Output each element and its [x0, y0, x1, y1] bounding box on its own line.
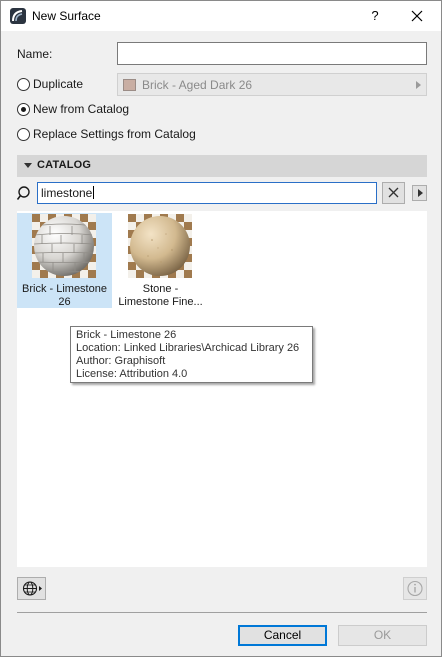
help-button[interactable]: ?	[364, 5, 386, 27]
footer-divider	[17, 612, 427, 613]
new-from-catalog-option[interactable]: New from Catalog	[17, 100, 129, 118]
tooltip-location: Location: Linked Libraries\Archicad Libr…	[76, 342, 300, 354]
item-label-line2: 26	[58, 296, 71, 308]
new-from-catalog-label: New from Catalog	[33, 102, 130, 116]
duplicate-option[interactable]: Duplicate	[17, 75, 83, 93]
tooltip-license: License: Attribution 4.0	[76, 368, 188, 380]
catalog-section-header[interactable]: CATALOG	[17, 155, 427, 177]
globe-icon	[22, 581, 42, 596]
clear-search-button[interactable]	[382, 182, 405, 204]
search-icon	[16, 185, 34, 203]
collapse-triangle-icon[interactable]	[24, 163, 32, 168]
replace-settings-radio[interactable]	[17, 127, 30, 141]
catalog-item-brick-limestone[interactable]: Brick - Limestone 26	[17, 213, 112, 308]
library-globe-button[interactable]	[17, 577, 46, 600]
new-from-catalog-radio[interactable]	[17, 102, 30, 116]
catalog-results-area: Brick - Limestone 26 Stone - Limestone F…	[17, 211, 427, 567]
catalog-search-input[interactable]: limestone	[37, 182, 377, 204]
search-text-wrap: limestone	[41, 186, 95, 200]
catalog-item-label: Brick - Limestone 26	[17, 283, 112, 309]
catalog-item-stone-limestone[interactable]: Stone - Limestone Fine...	[113, 213, 208, 308]
window-title: New Surface	[32, 9, 101, 23]
new-surface-dialog: New Surface ? Name: Duplicate Brick - Ag…	[0, 0, 442, 657]
item-label-line2: Limestone Fine...	[118, 296, 203, 308]
tooltip-author: Author: Graphisoft	[76, 355, 166, 367]
title-bar: New Surface ?	[1, 1, 441, 31]
item-label-line1: Stone -	[142, 283, 179, 295]
chevron-right-icon	[416, 81, 421, 89]
cancel-button[interactable]: Cancel	[238, 625, 327, 646]
close-icon[interactable]	[406, 5, 428, 27]
catalog-item-label: Stone - Limestone Fine...	[113, 283, 208, 309]
info-button[interactable]	[403, 577, 427, 600]
surface-swatch	[123, 79, 136, 91]
item-label-line1: Brick - Limestone	[22, 283, 107, 295]
duplicate-surface-value: Brick - Aged Dark 26	[142, 78, 253, 92]
name-field[interactable]	[117, 42, 427, 65]
info-icon	[407, 580, 423, 597]
stone-limestone-thumbnail	[128, 214, 192, 278]
expand-arrow-button[interactable]	[412, 185, 427, 201]
duplicate-radio[interactable]	[17, 77, 30, 91]
name-label: Name:	[17, 47, 53, 61]
duplicate-surface-select: Brick - Aged Dark 26	[117, 73, 427, 96]
replace-settings-option[interactable]: Replace Settings from Catalog	[17, 125, 196, 143]
duplicate-label: Duplicate	[33, 77, 84, 91]
ok-button[interactable]: OK	[338, 625, 427, 646]
catalog-title: CATALOG	[37, 159, 92, 171]
brick-limestone-thumbnail	[32, 214, 96, 278]
clear-icon	[388, 187, 399, 198]
replace-settings-label: Replace Settings from Catalog	[33, 127, 196, 141]
catalog-item-tooltip: Brick - Limestone 26 Location: Linked Li…	[70, 326, 313, 383]
tooltip-name: Brick - Limestone 26	[76, 329, 177, 341]
search-value: limestone	[41, 186, 93, 200]
archicad-app-icon	[10, 8, 26, 24]
text-caret	[93, 186, 95, 199]
